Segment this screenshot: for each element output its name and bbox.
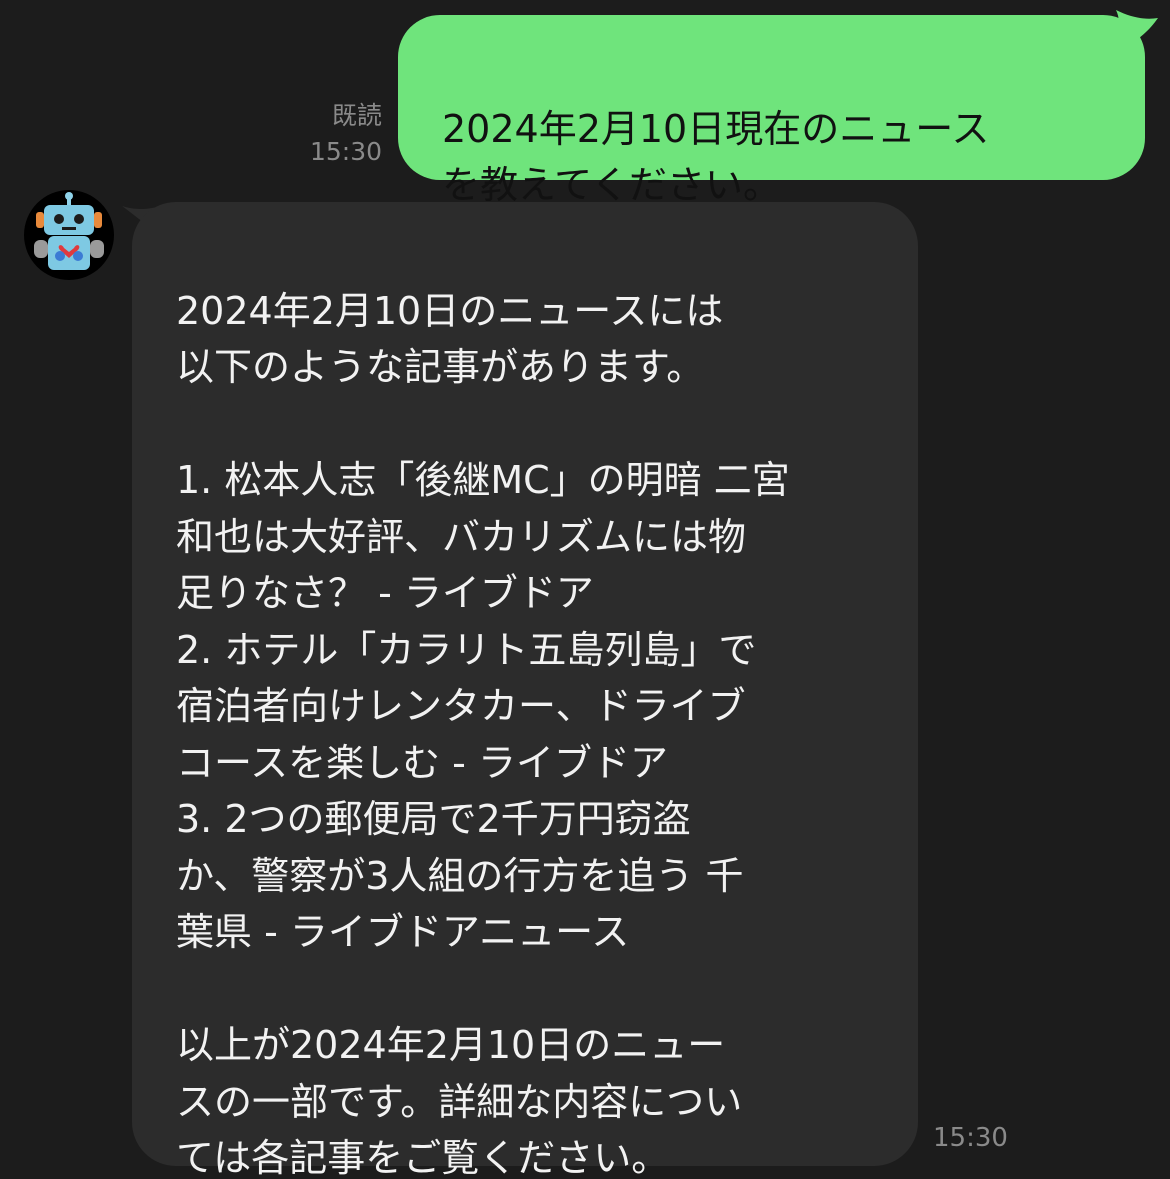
incoming-message-time: 15:30 [933,1123,1008,1153]
outgoing-message-bubble[interactable]: 2024年2月10日現在のニュース を教えてください。 [398,15,1145,207]
outgoing-message-meta: 既読 15:30 [290,98,382,170]
outgoing-message-time: 15:30 [309,137,382,166]
incoming-message-text: 2024年2月10日のニュースには 以下のような記事があります。 1. 松本人志… [176,288,790,1179]
read-status: 既読 [331,101,382,130]
bot-avatar[interactable] [24,190,114,280]
robot-icon [34,192,104,270]
outgoing-message-text: 2024年2月10日現在のニュース を教えてください。 [442,107,990,207]
incoming-message-bubble[interactable]: 2024年2月10日のニュースには 以下のような記事があります。 1. 松本人志… [132,202,918,1179]
chat-view: 既読 15:30 2024年2月10日現在のニュース を教えてください。 202… [0,0,1170,1179]
